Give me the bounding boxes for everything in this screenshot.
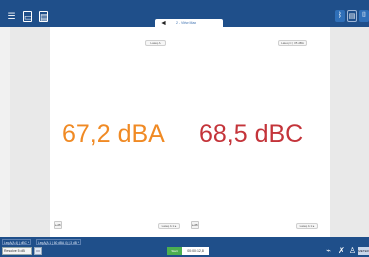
dbc-reading: 68,5 dBC	[199, 120, 304, 148]
dba-reading: 67,2 dBA	[62, 120, 165, 148]
left-margin	[10, 27, 50, 237]
lateq-a1-button-right[interactable]: Lateq A 1 ▸	[296, 223, 318, 229]
meter-badge[interactable]: METER	[358, 247, 369, 255]
document-icon[interactable]: ▤	[347, 10, 357, 22]
elapsed-time: 00:00:12,8	[182, 247, 209, 255]
menu-icon[interactable]: ☰	[7, 11, 16, 22]
status-tag-2[interactable]: LeqA(A 1 | 60 dBA 4) | 3 dB *	[36, 239, 81, 245]
person-icon[interactable]: ♙	[348, 246, 357, 255]
clipboard-icon[interactable]: ▭	[23, 11, 33, 22]
tools-icon[interactable]: ✗	[337, 246, 346, 255]
document-icon[interactable]: ▤	[39, 11, 49, 22]
plug-icon[interactable]: ⌁	[324, 246, 333, 255]
db-unit-button-right[interactable]: ▸dB	[191, 221, 199, 229]
status-tag-1[interactable]: LeqA(A 4) | dBC *	[2, 239, 32, 245]
bottom-status-bar: LeqA(A 4) | dBC * LeqA(A 1 | 60 dBA 4) |…	[0, 237, 369, 257]
resolution-field[interactable]: Resolve 5 dB	[2, 247, 32, 255]
db-unit-button-left[interactable]: ▸dB	[54, 221, 62, 229]
lateq-c-button[interactable]: Lateq C | 35 dBA	[278, 40, 307, 46]
lateq-a-button[interactable]: Lateq A	[145, 40, 166, 46]
right-margin	[330, 27, 369, 237]
camera-icon[interactable]: ⌷	[359, 10, 369, 22]
lateq-a1-button-left[interactable]: Lateq A 1 ▸	[158, 223, 180, 229]
start-button[interactable]: Start	[167, 247, 182, 255]
top-toolbar: ☰ ▭ ▤ ◄ 2 - Viêw Max ᛒ ▤ ⌷	[0, 0, 369, 28]
window-icon[interactable]: ▭	[34, 247, 42, 255]
bluetooth-icon[interactable]: ᛒ	[335, 10, 345, 22]
